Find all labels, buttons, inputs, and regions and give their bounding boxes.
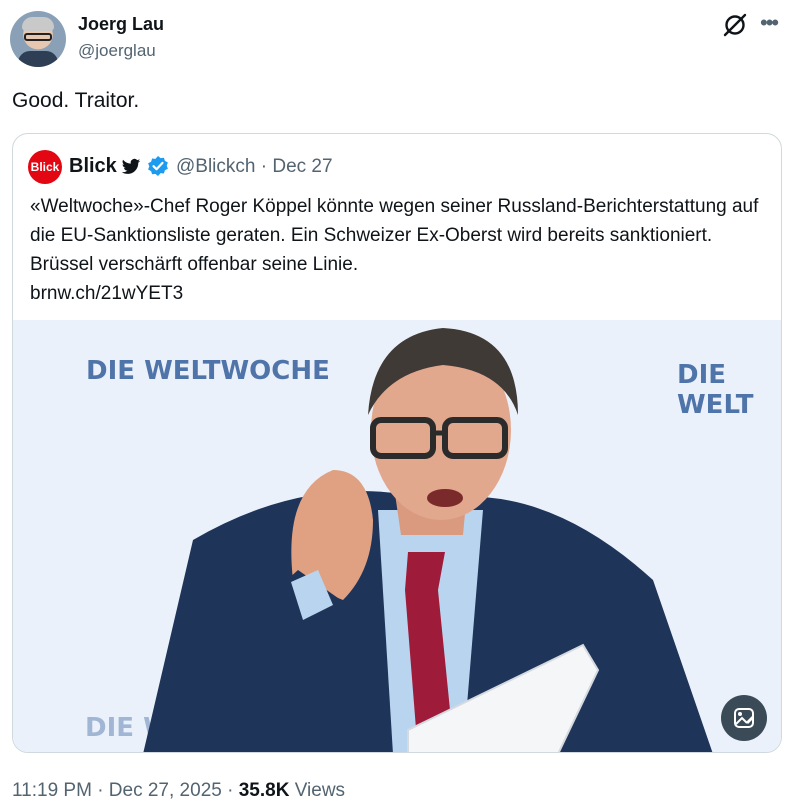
quoted-author-name[interactable]: Blick [69,155,117,178]
views-label: Views [294,780,346,801]
author-avatar[interactable] [10,11,66,67]
avatar-shirt [18,51,58,67]
quoted-tweet-text: «Weltwoche»-Chef Roger Köppel könnte weg… [30,192,770,308]
tweet-timestamp[interactable]: 11:19 PM · Dec 27, 2025 · [12,780,239,801]
author-handle[interactable]: @joerglau [78,41,156,61]
avatar-glasses [24,33,52,41]
verified-badge-icon [148,156,168,176]
speaker-figure-image [143,328,713,752]
twitter-bird-icon [121,158,141,174]
grok-icon[interactable] [722,12,748,38]
avatar-hair [22,17,54,31]
more-options-icon[interactable]: ••• [760,10,779,36]
author-name[interactable]: Joerg Lau [78,14,164,35]
blick-logo-avatar[interactable]: Blick [28,150,62,184]
quoted-tweet-card[interactable]: Blick Blick @Blickch · Dec 27 «Weltwoche… [12,133,782,753]
quoted-author-handle[interactable]: @Blickch · Dec 27 [176,156,333,178]
tweet-metadata: 11:19 PM · Dec 27, 2025 · 35.8K Views [12,780,345,802]
quoted-tweet-link[interactable]: brnw.ch/21wYET3 [30,279,770,308]
tweet-text: Good. Traitor. [12,89,140,112]
quoted-tweet-photo[interactable]: DIE WELTWOCHE DIE WELT DIE WELTWO [13,320,781,752]
image-description-button[interactable] [721,695,767,741]
views-count: 35.8K [238,780,290,801]
quoted-tweet-body: «Weltwoche»-Chef Roger Köppel könnte weg… [30,196,759,275]
alt-text-icon [734,708,754,728]
